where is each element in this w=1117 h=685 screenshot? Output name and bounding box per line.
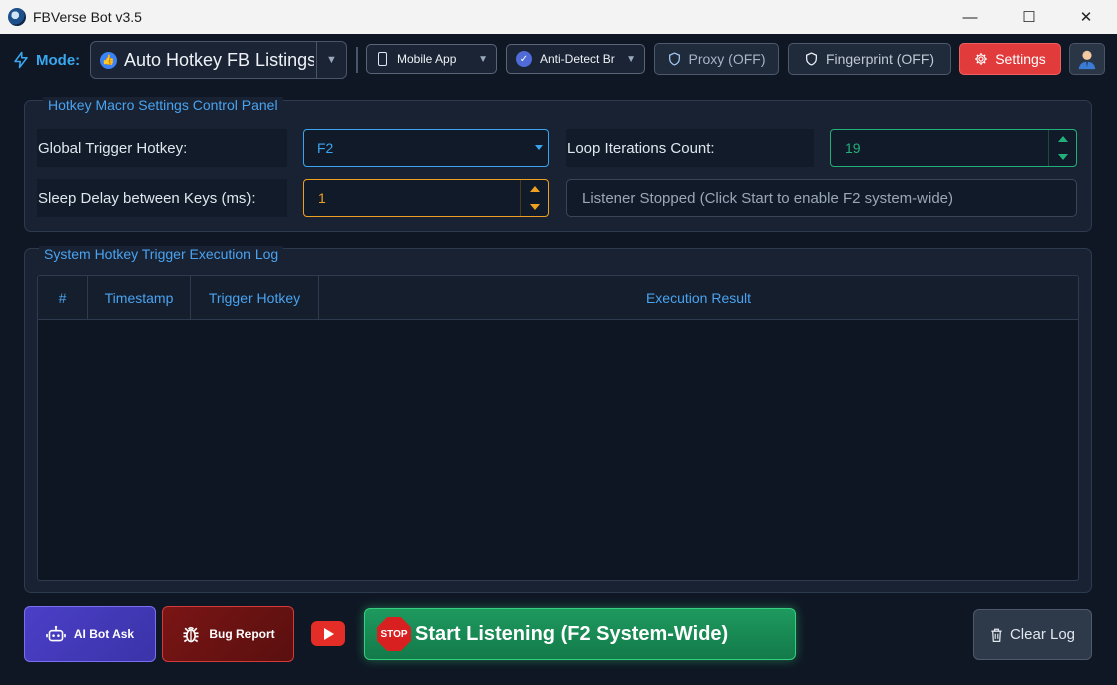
loop-count-value: 19 bbox=[845, 140, 861, 156]
sleep-delay-label: Sleep Delay between Keys (ms): bbox=[37, 179, 287, 217]
minimize-button[interactable]: — bbox=[947, 0, 993, 34]
table-header: # Timestamp Trigger Hotkey Execution Res… bbox=[38, 276, 1078, 320]
arrow-up-icon bbox=[1057, 136, 1068, 142]
youtube-play-icon bbox=[324, 627, 334, 640]
gear-icon bbox=[975, 53, 988, 65]
platform-select-value: Mobile App bbox=[397, 52, 457, 66]
chevron-down-icon[interactable]: ▼ bbox=[316, 42, 346, 78]
maximize-icon: ☐ bbox=[1022, 9, 1036, 26]
loop-count-label: Loop Iterations Count: bbox=[566, 129, 814, 167]
trigger-hotkey-select[interactable]: F2 bbox=[303, 129, 549, 167]
decrement-button[interactable] bbox=[521, 198, 548, 216]
start-listening-button[interactable]: STOP Start Listening (F2 System-Wide) bbox=[364, 608, 796, 660]
maximize-button[interactable]: ☐ bbox=[1006, 0, 1052, 34]
lightning-icon bbox=[14, 51, 28, 69]
increment-button[interactable] bbox=[1049, 130, 1076, 148]
loop-count-spinbox[interactable]: 19 bbox=[830, 129, 1077, 167]
dropdown-caret-icon bbox=[535, 145, 543, 150]
toolbar-divider bbox=[356, 47, 358, 73]
fingerprint-toggle-button[interactable]: Fingerprint (OFF) bbox=[788, 43, 951, 75]
column-header-timestamp[interactable]: Timestamp bbox=[88, 276, 191, 320]
robot-icon bbox=[46, 625, 66, 642]
shield-icon bbox=[805, 52, 817, 66]
proxy-toggle-button[interactable]: Proxy (OFF) bbox=[654, 43, 779, 75]
toolbar: Mode: 👍 Auto Hotkey FB Listings ▼ Mobile… bbox=[0, 34, 1117, 88]
trash-icon bbox=[991, 628, 1002, 642]
trigger-hotkey-label: Global Trigger Hotkey: bbox=[37, 129, 287, 167]
platform-select[interactable]: Mobile App ▼ bbox=[366, 44, 497, 74]
sleep-delay-spinbox[interactable]: 1 bbox=[303, 179, 549, 217]
increment-button[interactable] bbox=[521, 180, 548, 198]
trigger-hotkey-value: F2 bbox=[317, 140, 334, 156]
app-logo-icon bbox=[8, 8, 26, 26]
execution-log-table[interactable]: # Timestamp Trigger Hotkey Execution Res… bbox=[37, 275, 1079, 581]
arrow-up-icon bbox=[529, 186, 540, 192]
bug-report-button[interactable]: Bug Report bbox=[162, 606, 294, 662]
phone-icon bbox=[378, 52, 387, 66]
ai-bot-ask-button[interactable]: AI Bot Ask bbox=[24, 606, 156, 662]
listener-status-field: Listener Stopped (Click Start to enable … bbox=[566, 179, 1077, 217]
execution-log-title: System Hotkey Trigger Execution Log bbox=[39, 246, 284, 262]
clear-log-button[interactable]: Clear Log bbox=[973, 609, 1092, 660]
mode-select-value: Auto Hotkey FB Listings bbox=[124, 49, 314, 70]
minimize-icon: — bbox=[962, 8, 978, 26]
sleep-delay-value: 1 bbox=[318, 190, 326, 206]
close-icon: ✕ bbox=[1079, 9, 1093, 26]
arrow-down-icon bbox=[529, 204, 540, 210]
title-bar: FBVerse Bot v3.5 — ☐ ✕ bbox=[0, 0, 1117, 34]
mode-label: Mode: bbox=[12, 51, 80, 69]
macro-settings-title: Hotkey Macro Settings Control Panel bbox=[43, 97, 283, 113]
column-header-trigger-hotkey[interactable]: Trigger Hotkey bbox=[191, 276, 319, 320]
start-listening-label: Start Listening (F2 System-Wide) bbox=[415, 622, 729, 645]
bug-icon bbox=[183, 626, 199, 643]
check-circle-icon: ✓ bbox=[516, 51, 532, 67]
arrow-down-icon bbox=[1057, 154, 1068, 160]
youtube-button[interactable] bbox=[311, 621, 345, 646]
shield-icon bbox=[668, 52, 680, 66]
window-title: FBVerse Bot v3.5 bbox=[33, 9, 142, 25]
settings-button[interactable]: Settings bbox=[959, 43, 1061, 75]
chevron-down-icon: ▼ bbox=[478, 53, 488, 65]
browser-select-value: Anti-Detect Br bbox=[540, 52, 615, 66]
close-button[interactable]: ✕ bbox=[1063, 0, 1109, 34]
decrement-button[interactable] bbox=[1049, 148, 1076, 166]
user-avatar-button[interactable] bbox=[1069, 43, 1105, 75]
mode-select[interactable]: 👍 Auto Hotkey FB Listings ▼ bbox=[90, 41, 347, 79]
column-header-index[interactable]: # bbox=[38, 276, 88, 320]
column-header-execution-result[interactable]: Execution Result bbox=[319, 276, 1078, 320]
stop-sign-icon: STOP bbox=[377, 617, 411, 651]
user-avatar-icon bbox=[1078, 50, 1096, 70]
browser-select[interactable]: ✓ Anti-Detect Br ▼ bbox=[506, 44, 645, 74]
thumbs-up-icon: 👍 bbox=[100, 51, 117, 69]
chevron-down-icon: ▼ bbox=[626, 53, 636, 65]
